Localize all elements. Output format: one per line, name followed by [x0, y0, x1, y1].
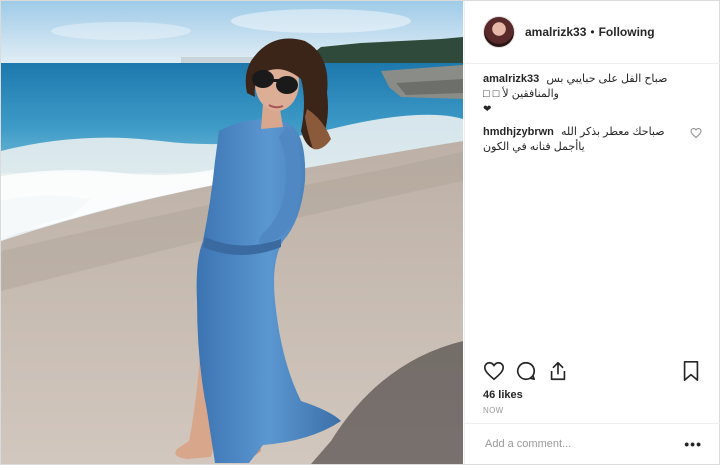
- caption: amalrizk33 صباح الفل على حبايبي بس والمن…: [483, 72, 702, 117]
- add-comment-input[interactable]: [483, 437, 685, 451]
- post-header: amalrizk33 • Following: [465, 1, 720, 64]
- caption-username[interactable]: amalrizk33: [483, 73, 539, 85]
- comment-icon[interactable]: [515, 360, 537, 382]
- action-bar: [483, 359, 702, 383]
- comments-list: amalrizk33 صباح الفل على حبايبي بس والمن…: [465, 64, 720, 155]
- beach-photo: [1, 1, 463, 464]
- caption-heart-emoji: ❤: [483, 104, 492, 115]
- separator-dot: •: [590, 25, 595, 39]
- post-timestamp[interactable]: NOW: [483, 406, 503, 415]
- bookmark-icon[interactable]: [680, 360, 702, 382]
- header-username[interactable]: amalrizk33: [525, 25, 586, 39]
- avatar[interactable]: [483, 16, 515, 48]
- comment-item: hmdhjzybrwn صباحك معطر بذكر الله ياأجمل …: [483, 125, 702, 155]
- comment-heart-icon[interactable]: [690, 127, 702, 139]
- add-comment-bar: •••: [465, 423, 720, 464]
- post-side-panel: amalrizk33 • Following amalrizk33 صباح ا…: [464, 1, 720, 464]
- share-icon[interactable]: [547, 360, 569, 382]
- heart-icon[interactable]: [483, 360, 505, 382]
- likes-count[interactable]: 46 likes: [483, 389, 523, 401]
- post-modal: amalrizk33 • Following amalrizk33 صباح ا…: [0, 0, 720, 465]
- following-button[interactable]: Following: [599, 25, 655, 39]
- comment-username[interactable]: hmdhjzybrwn: [483, 126, 554, 138]
- more-options-icon[interactable]: •••: [684, 436, 702, 452]
- post-photo[interactable]: [1, 1, 463, 464]
